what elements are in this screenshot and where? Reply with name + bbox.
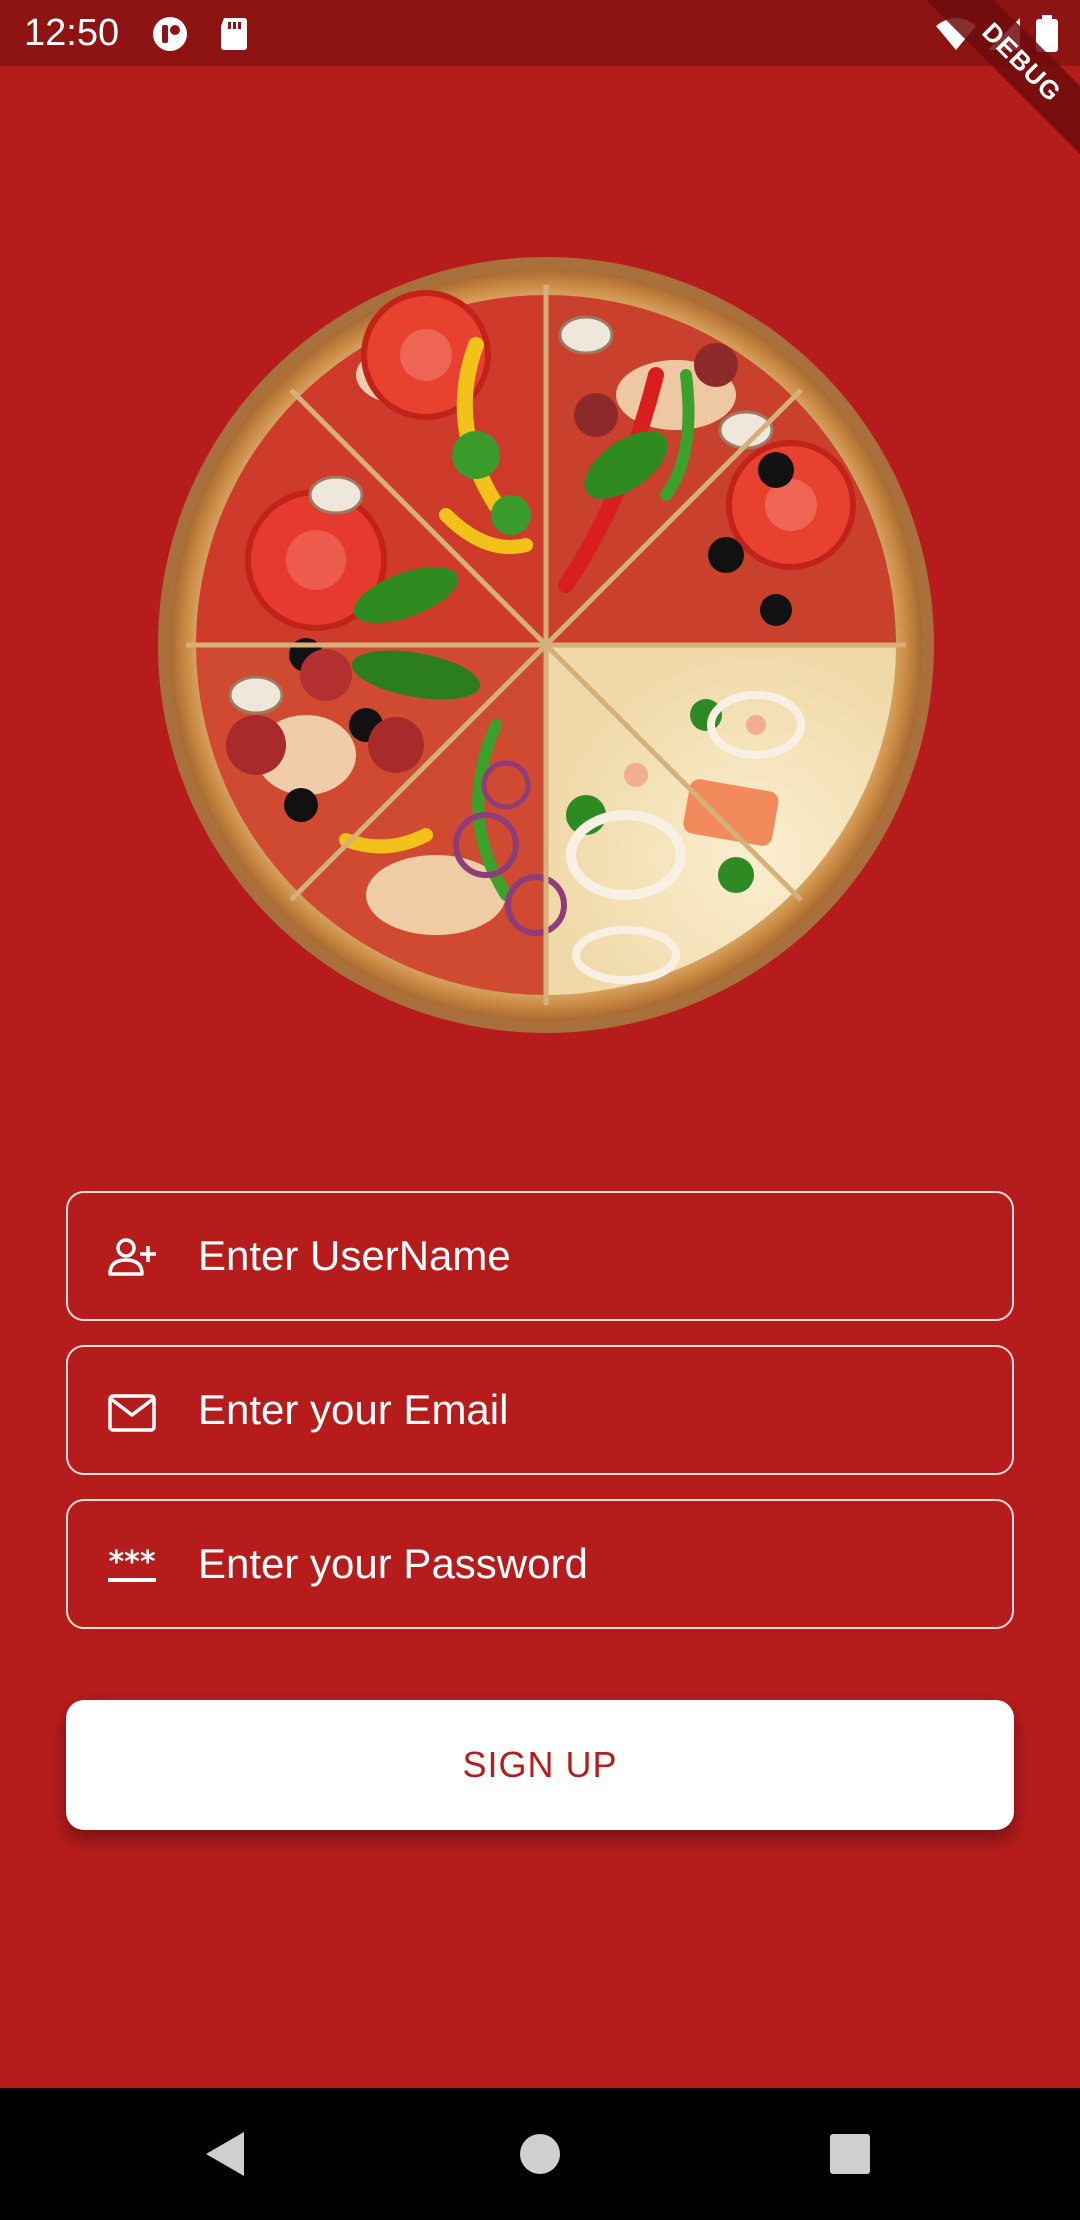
pizza-image [158,257,934,1033]
password-input[interactable] [198,1501,978,1627]
email-input[interactable] [198,1347,978,1473]
person-add-icon [108,1238,156,1276]
password-icon: *** [108,1545,156,1582]
password-field[interactable]: *** [66,1499,1014,1629]
email-field[interactable] [66,1345,1014,1475]
back-icon[interactable] [196,2124,256,2184]
signup-screen: 12:50 DEBUG Enter UserName Enter your Em… [0,0,1080,2220]
username-input[interactable] [198,1193,978,1319]
sd-card-icon [221,18,247,50]
mail-icon [108,1394,156,1432]
home-icon[interactable] [510,2124,570,2184]
status-time: 12:50 [24,12,120,54]
app-notification-icon [153,17,187,51]
svg-text:***: *** [108,1545,155,1580]
sign-up-button[interactable]: SIGN UP [66,1700,1014,1830]
status-bar: 12:50 [0,0,1080,66]
username-field[interactable] [66,1191,1014,1321]
recents-icon[interactable] [820,2124,880,2184]
navigation-bar [0,2088,1080,2220]
